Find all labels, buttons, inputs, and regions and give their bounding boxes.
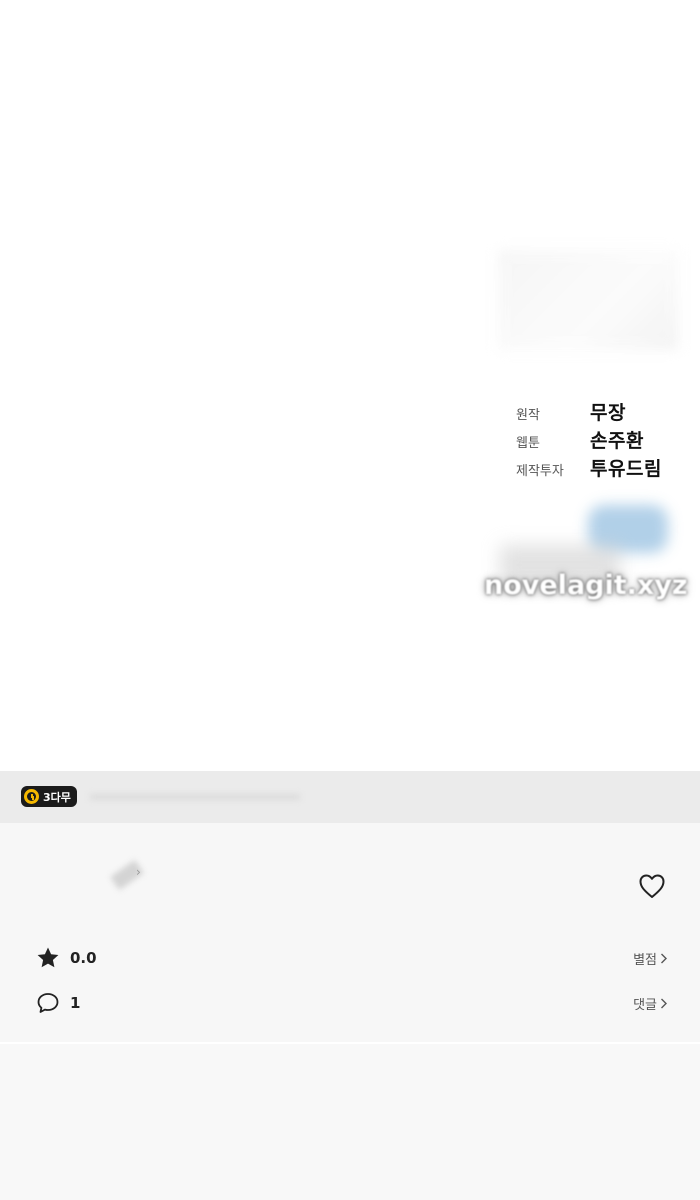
comments-row: 1 댓글: [36, 990, 668, 1016]
clock-icon: [24, 789, 39, 804]
time-badge: 3다무: [21, 786, 77, 807]
blurred-artwork: [498, 250, 678, 350]
rating-link-label: 별점: [633, 952, 657, 968]
episode-strip: 3다무: [0, 771, 700, 823]
rating-row: 0.0 별점: [36, 945, 668, 971]
credit-row-production: 제작투자 투유드림: [516, 454, 696, 482]
star-icon: [37, 947, 59, 968]
credit-row-webtoon: 웹툰 손주환: [516, 426, 696, 454]
rating-value: 0.0: [70, 949, 97, 967]
chevron-right-icon: [661, 953, 667, 963]
comments-count: 1: [70, 994, 81, 1012]
credit-role: 원작: [516, 408, 540, 423]
page: 원작 무장 웹툰 손주환 제작투자 투유드림 novelagit.xyz 3다무…: [0, 0, 700, 1200]
credits-block: 원작 무장 웹툰 손주환 제작투자 투유드림: [516, 398, 696, 482]
favorite-button[interactable]: [638, 873, 666, 899]
credit-role: 웹툰: [516, 436, 540, 451]
rating-link[interactable]: 별점: [633, 949, 668, 968]
credit-name: 손주환: [590, 430, 644, 452]
credit-row-original: 원작 무장: [516, 398, 696, 426]
blurred-strip-text: [90, 794, 300, 800]
credit-role: 제작투자: [516, 464, 564, 479]
comments-link-label: 댓글: [633, 997, 657, 1013]
badge-label: 3다무: [43, 790, 71, 804]
comment-icon: [37, 993, 59, 1013]
credit-name: 무장: [590, 402, 626, 424]
heart-icon: [639, 874, 665, 898]
bottom-area: [0, 1044, 700, 1200]
credit-name: 투유드림: [590, 458, 662, 480]
episode-info-panel: › 0.0 별점 1 댓글: [0, 823, 700, 1042]
chevron-right-icon: ›: [136, 865, 141, 879]
comments-link[interactable]: 댓글: [633, 994, 668, 1013]
comic-image: 원작 무장 웹툰 손주환 제작투자 투유드림 novelagit.xyz: [0, 0, 700, 771]
watermark-text: novelagit.xyz: [484, 570, 688, 601]
chevron-right-icon: [661, 998, 667, 1008]
